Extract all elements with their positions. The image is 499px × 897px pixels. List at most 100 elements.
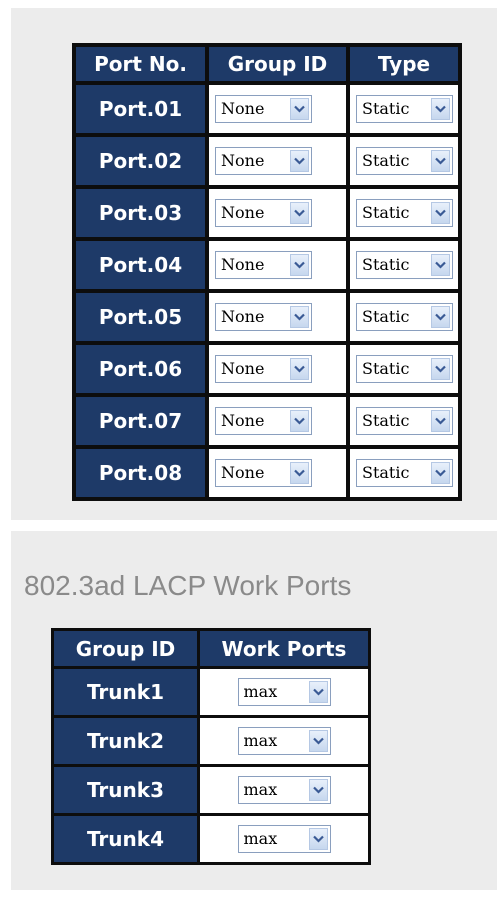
group-id-cell: None [209,345,346,393]
table-row: Port.04 None Static [76,241,458,289]
chevron-down-icon[interactable] [290,462,309,484]
type-cell: Static [350,189,458,237]
col-header-group-id: Group ID [54,631,197,666]
select-value: max [243,731,278,750]
chevron-down-icon[interactable] [431,150,450,172]
select-value: Static [362,359,410,378]
type-select[interactable]: Static [356,147,453,175]
port-label: Port.07 [76,397,205,445]
select-value: None [221,411,265,430]
select-value: max [243,780,278,799]
type-select[interactable]: Static [356,251,453,279]
work-ports-cell: max [200,767,368,813]
work-ports-cell: max [200,718,368,764]
chevron-down-icon[interactable] [290,358,309,380]
col-header-group-id: Group ID [209,47,346,81]
chevron-down-icon[interactable] [431,254,450,276]
type-cell: Static [350,241,458,289]
col-header-work-ports: Work Ports [200,631,368,666]
work-ports-select[interactable]: max [237,776,331,804]
select-value: None [221,99,265,118]
table-row: Trunk2 max [54,718,368,764]
chevron-down-icon[interactable] [431,306,450,328]
chevron-down-icon[interactable] [431,462,450,484]
select-value: Static [362,203,410,222]
type-select[interactable]: Static [356,355,453,383]
table-row: Port.07 None Static [76,397,458,445]
port-label: Port.01 [76,85,205,133]
table-row: Port.05 None Static [76,293,458,341]
chevron-down-icon[interactable] [290,306,309,328]
port-label: Port.03 [76,189,205,237]
type-cell: Static [350,137,458,185]
header-row: Port No. Group ID Type [76,47,458,81]
table-row: Trunk3 max [54,767,368,813]
group-id-select[interactable]: None [215,303,312,331]
port-label: Port.08 [76,449,205,497]
select-value: Static [362,307,410,326]
chevron-down-icon[interactable] [308,779,328,801]
trunk-label: Trunk1 [54,669,197,715]
work-ports-select[interactable]: max [237,678,331,706]
chevron-down-icon[interactable] [431,358,450,380]
port-label: Port.04 [76,241,205,289]
trunk-label: Trunk2 [54,718,197,764]
type-cell: Static [350,449,458,497]
select-value: max [243,682,278,701]
group-id-select[interactable]: None [215,251,312,279]
group-id-select[interactable]: None [215,459,312,487]
type-select[interactable]: Static [356,459,453,487]
group-id-cell: None [209,189,346,237]
table-row: Port.08 None Static [76,449,458,497]
chevron-down-icon[interactable] [308,730,328,752]
group-id-select[interactable]: None [215,407,312,435]
group-id-cell: None [209,293,346,341]
type-cell: Static [350,397,458,445]
type-select[interactable]: Static [356,303,453,331]
select-value: None [221,463,265,482]
type-select[interactable]: Static [356,95,453,123]
work-ports-cell: max [200,816,368,862]
chevron-down-icon[interactable] [290,98,309,120]
work-ports-select[interactable]: max [237,727,331,755]
work-ports-select[interactable]: max [237,825,331,853]
chevron-down-icon[interactable] [308,828,328,850]
col-header-port-no: Port No. [76,47,205,81]
header-row: Group ID Work Ports [54,631,368,666]
chevron-down-icon[interactable] [308,681,328,703]
col-header-type: Type [350,47,458,81]
type-cell: Static [350,293,458,341]
table-row: Port.06 None Static [76,345,458,393]
group-id-cell: None [209,449,346,497]
group-id-select[interactable]: None [215,199,312,227]
type-select[interactable]: Static [356,199,453,227]
lacp-work-ports-table: Group ID Work Ports Trunk1 max Trunk2 max Tr… [51,628,371,865]
group-id-cell: None [209,137,346,185]
chevron-down-icon[interactable] [290,202,309,224]
select-value: None [221,203,265,222]
select-value: None [221,307,265,326]
group-id-select[interactable]: None [215,95,312,123]
table-row: Trunk1 max [54,669,368,715]
type-select[interactable]: Static [356,407,453,435]
select-value: None [221,151,265,170]
work-ports-cell: max [200,669,368,715]
trunk-label: Trunk4 [54,816,197,862]
group-id-select[interactable]: None [215,147,312,175]
chevron-down-icon[interactable] [431,202,450,224]
group-id-cell: None [209,397,346,445]
chevron-down-icon[interactable] [431,98,450,120]
select-value: Static [362,99,410,118]
chevron-down-icon[interactable] [290,150,309,172]
select-value: None [221,255,265,274]
table-row: Port.03 None Static [76,189,458,237]
group-id-select[interactable]: None [215,355,312,383]
type-cell: Static [350,345,458,393]
port-label: Port.06 [76,345,205,393]
chevron-down-icon[interactable] [290,410,309,432]
chevron-down-icon[interactable] [431,410,450,432]
chevron-down-icon[interactable] [290,254,309,276]
table-row: Port.02 None Static [76,137,458,185]
group-id-cell: None [209,241,346,289]
select-value: Static [362,463,410,482]
